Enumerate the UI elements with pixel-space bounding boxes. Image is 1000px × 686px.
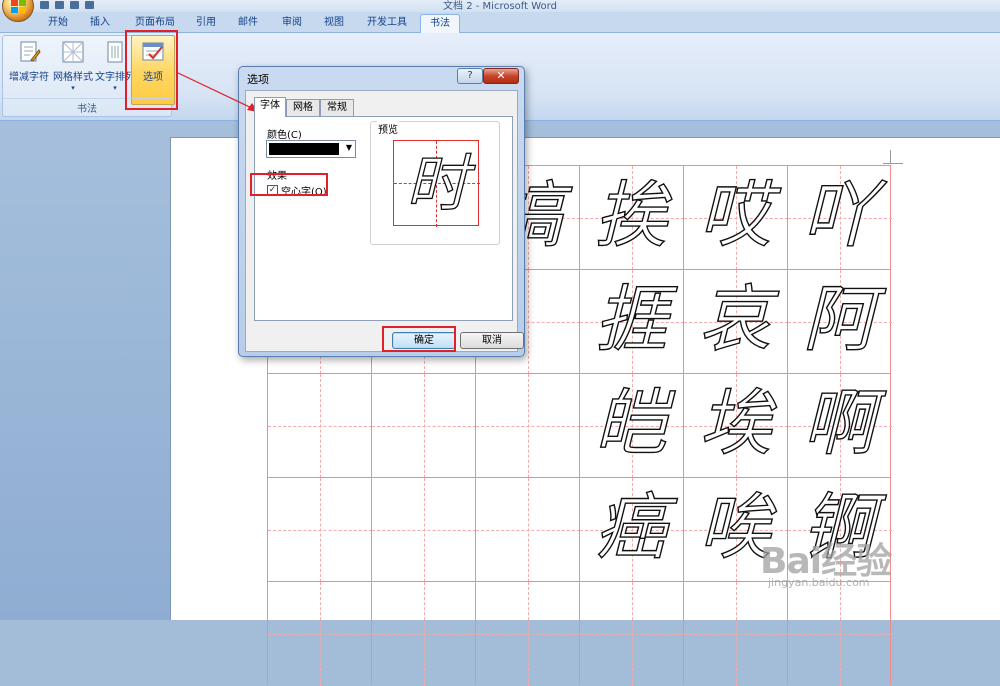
tab-developer[interactable]: 开发工具 [358,14,416,33]
grid-cell [579,581,684,686]
grid-cell [371,373,476,478]
grid-style-button[interactable]: 网格样式 ▾ [51,40,95,92]
close-button[interactable]: ✕ [483,68,519,84]
chevron-down-icon: ▾ [71,84,75,92]
tab-home[interactable]: 开始 [38,14,78,33]
tab-grid[interactable]: 网格 [286,99,320,116]
watermark-url: jingyan.baidu.com [768,576,870,589]
margin-mark [883,163,903,164]
calligraphy-char: 哎 [698,172,771,257]
add-remove-chars-label: 增减字符 [9,72,49,83]
chevron-down-icon: ▼ [345,143,352,152]
cancel-button[interactable]: 取消 [460,332,524,349]
color-label: 颜色(C) [267,130,302,141]
grid-cell [267,477,372,582]
grid-cell [475,581,580,686]
annotation-highlight-checkbox [250,173,328,196]
preview-char: 时 [405,146,468,220]
window-title: 文档 2 - Microsoft Word [443,1,557,12]
calligraphy-char: 吖 [802,172,875,257]
redo-icon[interactable] [70,1,79,9]
title-bar: 文档 2 - Microsoft Word [0,0,1000,12]
grid-cell [787,581,892,686]
quick-access-toolbar [40,0,94,10]
color-swatch [269,143,339,155]
dialog-body: 字体 网格 常规 颜色(C) ▼ 效果 ✓ 空心字(O) 预览 时 确定 取消 [245,90,524,352]
grid-style-icon [61,40,85,64]
text-arrangement-icon [103,40,127,64]
grid-cell [267,581,372,686]
options-dialog: 选项 ? ✕ 字体 网格 常规 颜色(C) ▼ 效果 ✓ 空心字(O) 预览 时 [238,66,525,357]
print-preview-icon[interactable] [85,1,94,9]
calligraphy-char: 阿 [802,276,875,361]
calligraphy-char: 捱 [594,276,667,361]
grid-cell [267,373,372,478]
calligraphy-char: 挨 [594,172,667,257]
calligraphy-char: 埃 [698,380,771,465]
color-dropdown[interactable]: ▼ [266,140,356,158]
preview-box: 时 [393,140,480,227]
grid-cell [683,581,788,686]
grid-cell [371,581,476,686]
annotation-highlight-options [125,30,178,110]
tab-font[interactable]: 字体 [254,97,286,117]
calligraphy-char: 啊 [802,380,875,465]
calligraphy-char: 哀 [698,276,771,361]
office-logo-icon [11,0,26,13]
grid-style-label: 网格样式 [53,72,93,83]
tab-calligraphy[interactable]: 书法 [420,14,460,33]
grid-cell [371,477,476,582]
margin-mark [890,150,891,164]
tab-general[interactable]: 常规 [320,99,354,116]
grid-cell [475,373,580,478]
tab-view[interactable]: 视图 [314,14,354,33]
annotation-highlight-ok [382,326,456,352]
tab-insert[interactable]: 插入 [80,14,120,33]
tab-mailings[interactable]: 邮件 [228,14,268,33]
preview-label: 预览 [377,121,399,136]
preview-group: 预览 时 [370,121,500,245]
save-icon[interactable] [40,1,49,9]
help-button[interactable]: ? [457,68,483,84]
dialog-title: 选项 [247,73,269,86]
tab-review[interactable]: 审阅 [272,14,312,33]
calligraphy-char: 癌 [594,484,667,569]
grid-cell [475,477,580,582]
add-remove-chars-button[interactable]: 增减字符 [7,40,51,83]
calligraphy-char: 皑 [594,380,667,465]
add-chars-icon [17,40,41,64]
font-tab-panel: 颜色(C) ▼ 效果 ✓ 空心字(O) 预览 时 [254,116,513,321]
undo-icon[interactable] [55,1,64,9]
tab-references[interactable]: 引用 [186,14,226,33]
